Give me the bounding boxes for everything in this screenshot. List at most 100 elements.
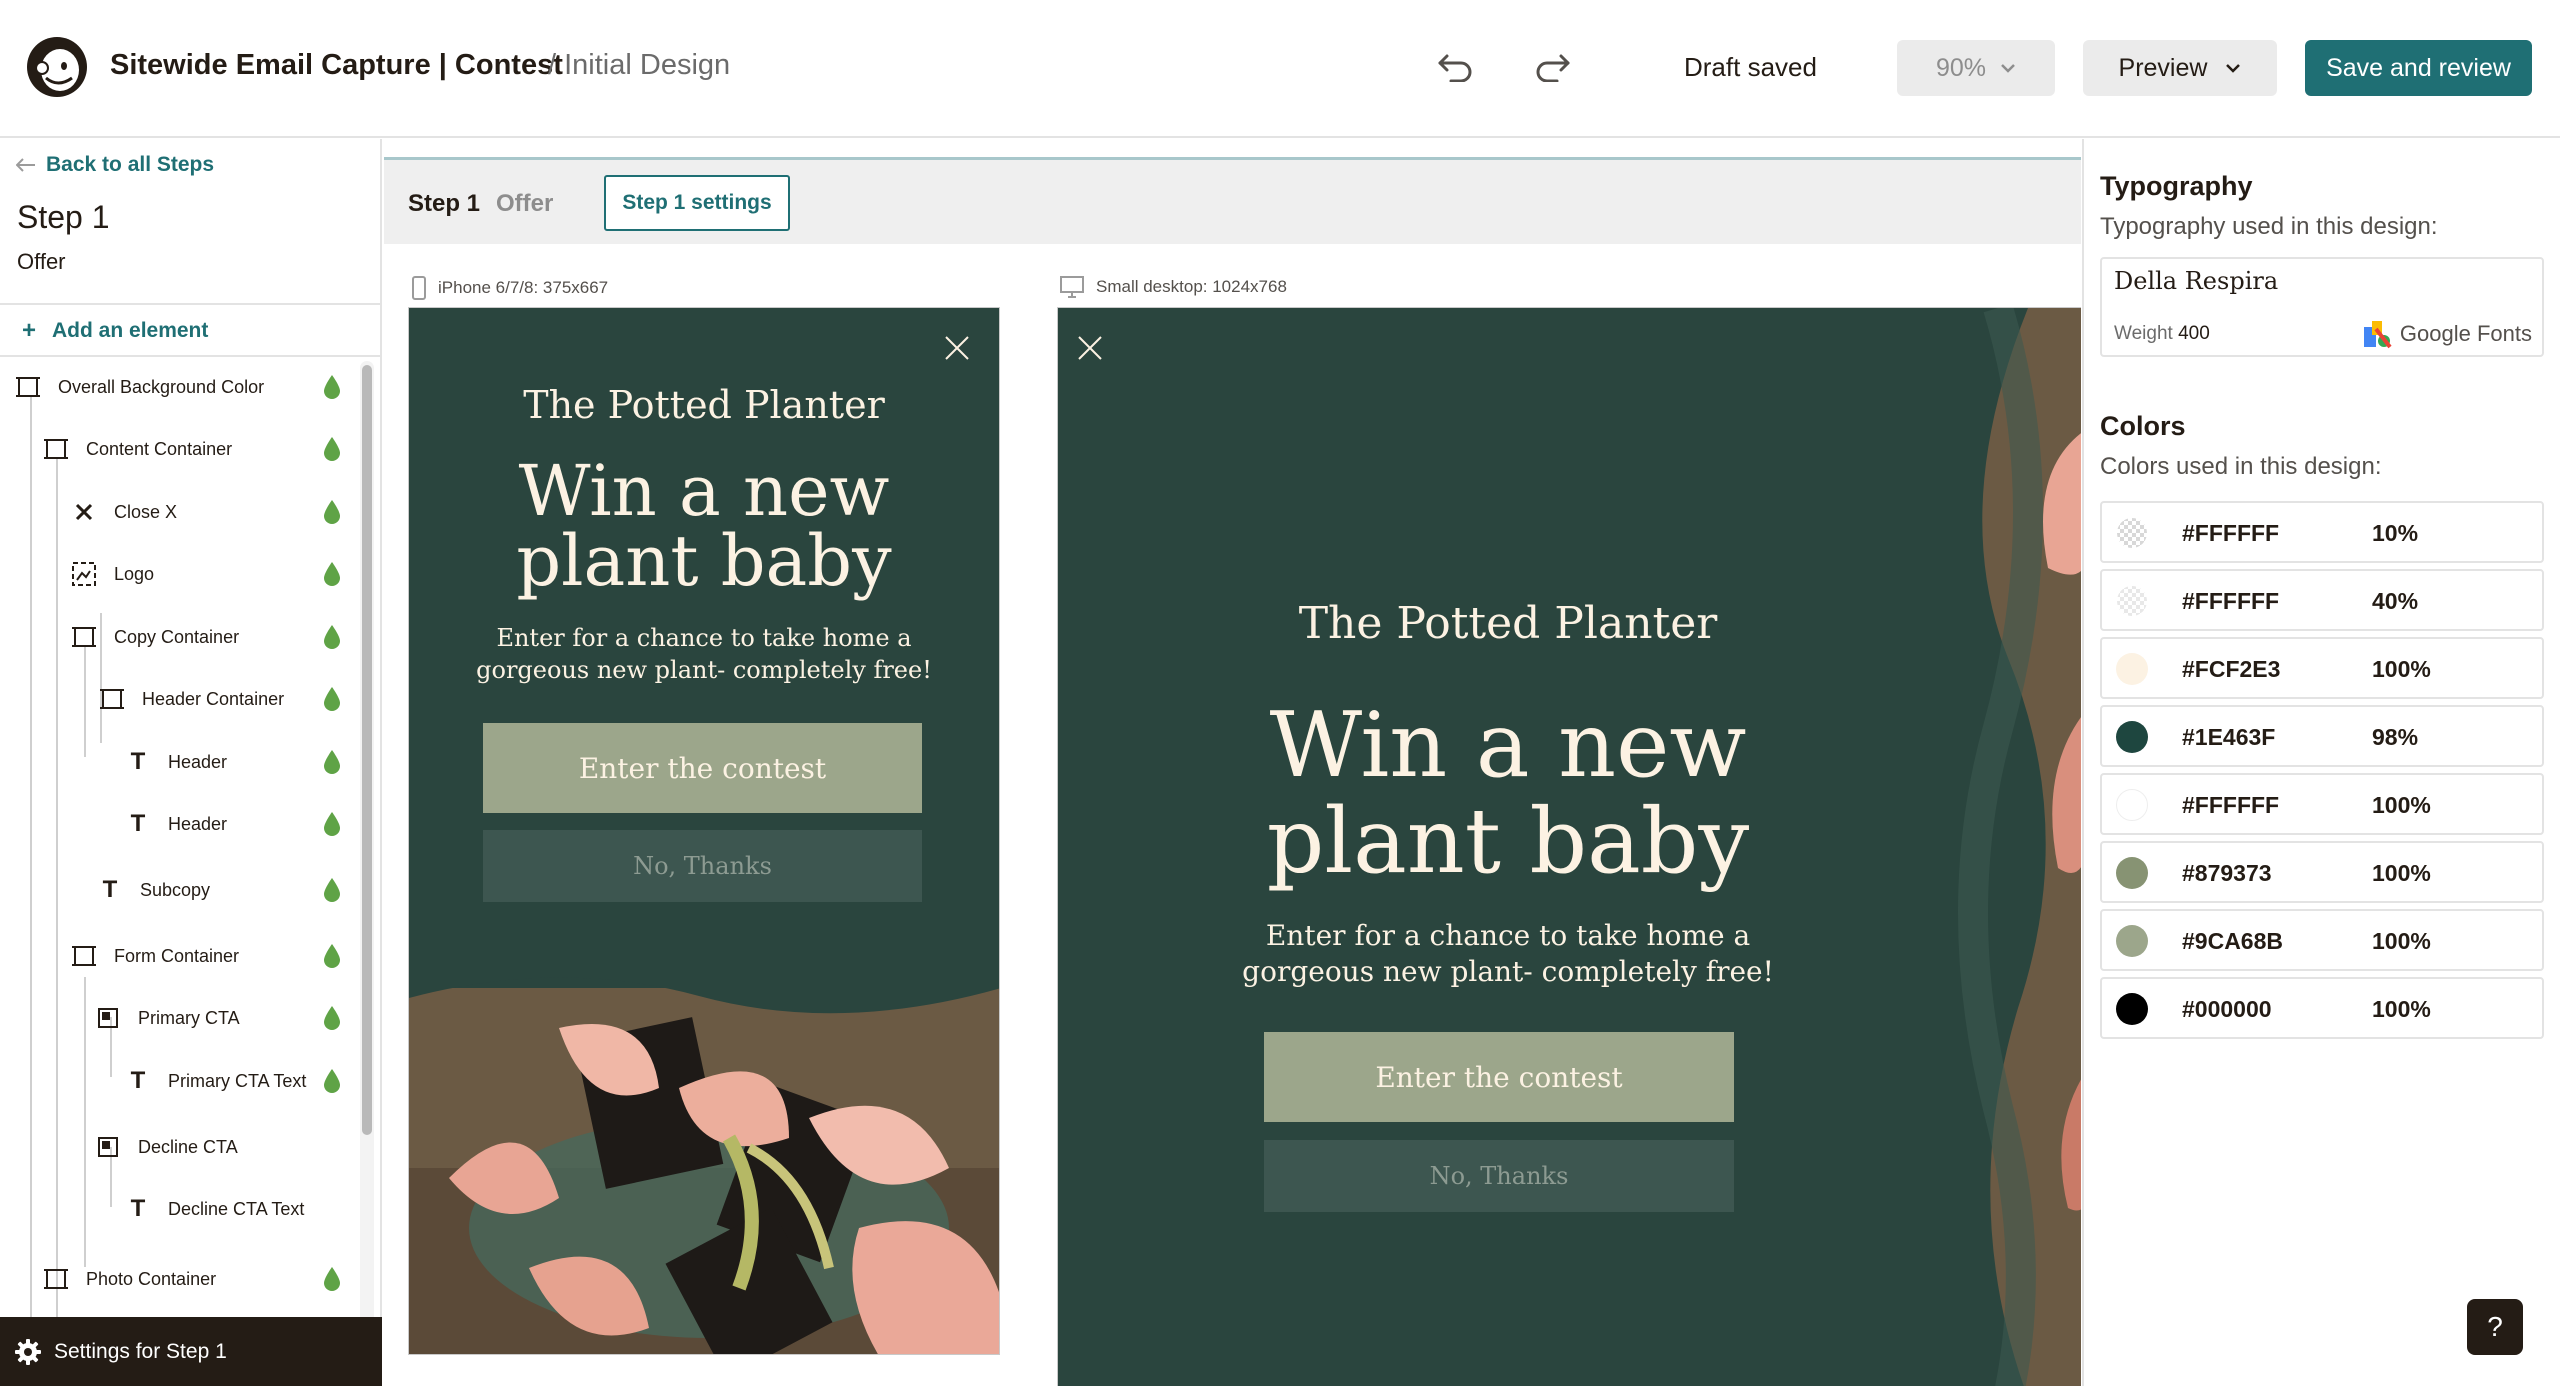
color-opacity: 98% (2372, 724, 2419, 750)
tree-item-label: Close X (114, 501, 178, 522)
style-drop-icon[interactable] (322, 749, 342, 775)
style-drop-icon[interactable] (322, 1266, 342, 1292)
step-settings-button[interactable]: Step 1 settings (604, 175, 790, 231)
image-icon (70, 560, 98, 588)
mobile-device-label: iPhone 6/7/8: 375x667 (412, 276, 608, 300)
mobile-popup-preview[interactable]: The Potted Planter Win a new plant baby … (408, 307, 1000, 1355)
weight-value: 400 (2178, 323, 2210, 344)
tree-item-header[interactable]: T Header (124, 737, 227, 787)
tree-item-form-container[interactable]: Form Container (70, 931, 239, 981)
close-icon (70, 498, 98, 526)
style-drop-icon[interactable] (322, 943, 342, 969)
plant-photo (1958, 308, 2081, 1386)
step-label: Step 1 (408, 190, 481, 217)
color-row[interactable]: #FFFFFF 10% (2100, 501, 2544, 563)
weight-label: Weight (2114, 323, 2173, 344)
style-drop-icon[interactable] (322, 877, 342, 903)
zoom-value: 90% (1935, 53, 1987, 82)
primary-cta-button[interactable]: Enter the contest (1264, 1032, 1734, 1122)
settings-label: Settings for Step 1 (54, 1339, 227, 1363)
tree-item-decline-cta-text[interactable]: T Decline CTA Text (124, 1184, 305, 1234)
subcopy-line: Enter for a chance to take home a (496, 624, 912, 652)
tree-item-label: Primary CTA (138, 1007, 240, 1028)
decline-cta-button[interactable]: No, Thanks (1264, 1140, 1734, 1212)
back-to-steps-link[interactable]: Back to all Steps (16, 153, 214, 177)
tree-item-overall-background-color[interactable]: Overall Background Color (14, 362, 264, 412)
help-button[interactable]: ? (2467, 1299, 2523, 1355)
style-drop-icon[interactable] (322, 436, 342, 462)
add-element-label: Add an element (52, 319, 209, 342)
color-hex: #9CA68B (2182, 928, 2283, 954)
tree-item-close-x[interactable]: Close X (70, 487, 177, 537)
typography-title: Typography (2100, 171, 2253, 201)
style-drop-icon[interactable] (322, 499, 342, 525)
tree-item-logo[interactable]: Logo (70, 549, 154, 599)
step-subtitle: Offer (17, 249, 66, 274)
mailchimp-logo-icon[interactable] (24, 34, 90, 100)
color-hex: #FCF2E3 (2182, 656, 2281, 682)
undo-icon[interactable] (1430, 42, 1480, 92)
style-drop-icon[interactable] (322, 374, 342, 400)
tree-guide (30, 395, 32, 1355)
color-swatch (2116, 721, 2148, 753)
tree-item-content-container[interactable]: Content Container (42, 424, 232, 474)
color-swatch (2116, 925, 2148, 957)
back-label: Back to all Steps (46, 153, 215, 176)
color-row[interactable]: #FFFFFF 40% (2100, 569, 2544, 631)
tree-guide (84, 977, 86, 1267)
google-fonts-badge: Google Fonts (2362, 319, 2532, 349)
tree-item-label: Subcopy (140, 879, 211, 900)
tree-item-primary-cta[interactable]: Primary CTA (94, 993, 240, 1043)
tree-item-header[interactable]: T Header (124, 799, 227, 849)
color-row[interactable]: #000000 100% (2100, 977, 2544, 1039)
popup-headline: Win a new plant baby (409, 456, 999, 596)
color-row[interactable]: #9CA68B 100% (2100, 909, 2544, 971)
primary-cta-button[interactable]: Enter the contest (483, 723, 922, 813)
popup-subcopy: Enter for a chance to take home a gorgeo… (409, 622, 999, 686)
tree-item-decline-cta[interactable]: Decline CTA (94, 1122, 238, 1172)
tree-item-copy-container[interactable]: Copy Container (70, 612, 239, 662)
desktop-popup-preview[interactable]: The Potted Planter Win a new plant baby … (1057, 307, 2081, 1386)
tree-guide (56, 459, 58, 1339)
tree-item-subcopy[interactable]: T Subcopy (96, 865, 210, 915)
decline-cta-button[interactable]: No, Thanks (483, 830, 922, 902)
top-bar: Sitewide Email Capture | Contest / Initi… (0, 0, 2560, 138)
tree-item-primary-cta-text[interactable]: T Primary CTA Text (124, 1056, 307, 1106)
chevron-down-icon (2001, 64, 2015, 73)
container-icon (98, 685, 126, 713)
close-icon[interactable] (944, 335, 970, 361)
redo-icon[interactable] (1528, 42, 1578, 92)
style-drop-icon[interactable] (322, 811, 342, 837)
headline-line: Win a new (1269, 693, 1747, 798)
tree-item-photo-container[interactable]: Photo Container (42, 1254, 216, 1304)
font-source: Google Fonts (2399, 321, 2532, 346)
step-name: Offer (496, 190, 554, 217)
color-hex: #000000 (2182, 996, 2272, 1022)
save-and-review-button[interactable]: Save and review (2305, 40, 2532, 96)
tree-guide (84, 647, 86, 757)
preview-dropdown[interactable]: Preview (2083, 40, 2277, 96)
style-drop-icon[interactable] (322, 1068, 342, 1094)
headline-line: Win a new (518, 450, 890, 532)
tree-item-label: Form Container (114, 945, 240, 966)
style-drop-icon[interactable] (322, 561, 342, 587)
color-row[interactable]: #1E463F 98% (2100, 705, 2544, 767)
elements-sidebar: Back to all Steps Step 1 Offer + Add an … (0, 139, 382, 1386)
design-info-panel: Typography Typography used in this desig… (2082, 139, 2560, 1386)
style-drop-icon[interactable] (322, 1005, 342, 1031)
text-icon: T (102, 876, 118, 903)
phone-icon (412, 276, 426, 300)
subcopy-line: Enter for a chance to take home a (1265, 919, 1751, 952)
step-settings-button[interactable]: Settings for Step 1 (0, 1317, 382, 1386)
desktop-copy-area: The Potted Planter Win a new plant baby … (1058, 308, 1958, 1386)
sidebar-scrollbar-thumb[interactable] (362, 365, 372, 1135)
style-drop-icon[interactable] (322, 686, 342, 712)
color-row[interactable]: #FFFFFF 100% (2100, 773, 2544, 835)
tree-item-header-container[interactable]: Header Container (98, 674, 284, 724)
color-row[interactable]: #FCF2E3 100% (2100, 637, 2544, 699)
tree-item-label: Overall Background Color (58, 376, 265, 397)
zoom-select[interactable]: 90% (1897, 40, 2055, 96)
color-row[interactable]: #879373 100% (2100, 841, 2544, 903)
add-element-button[interactable]: + Add an element (22, 317, 208, 345)
style-drop-icon[interactable] (322, 624, 342, 650)
